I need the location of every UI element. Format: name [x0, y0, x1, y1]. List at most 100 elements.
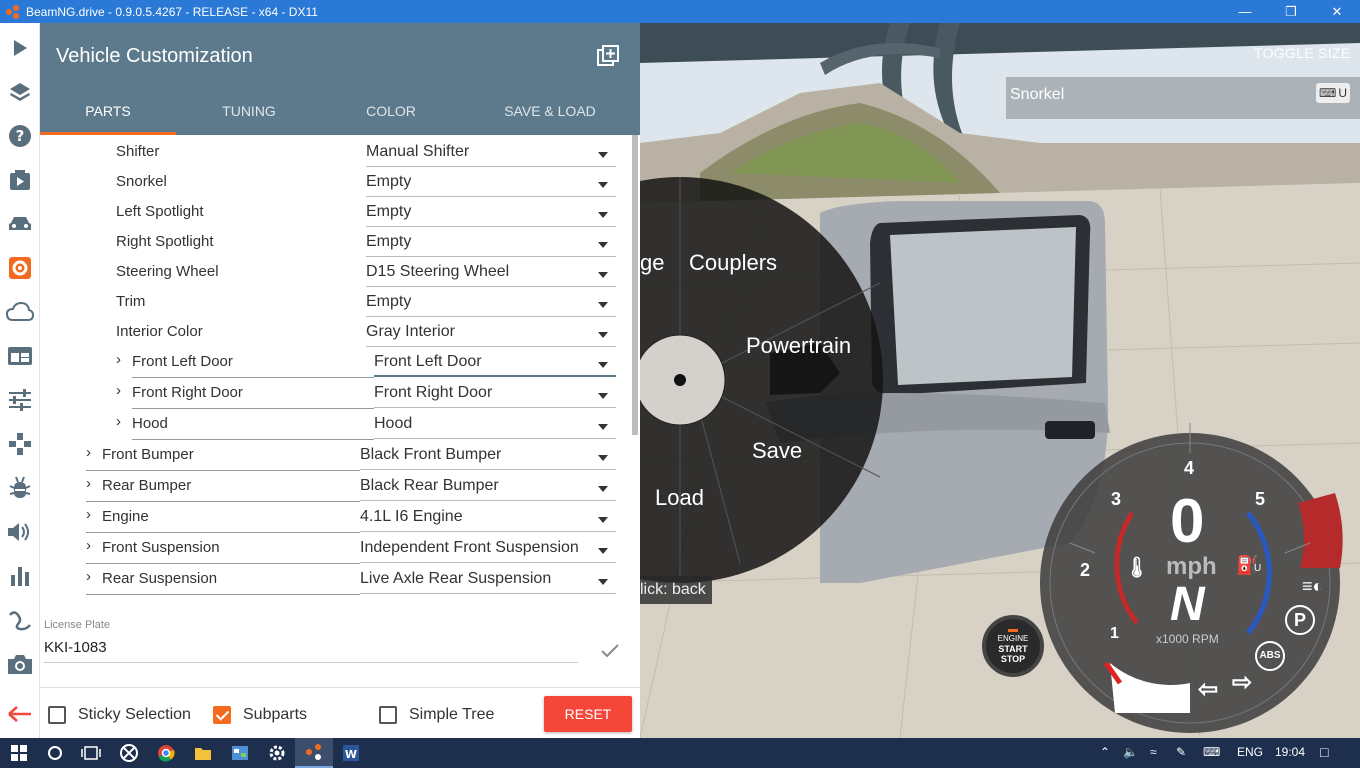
part-select-left-spotlight[interactable]: Empty: [366, 203, 616, 227]
license-plate-input[interactable]: KKI-1083: [44, 639, 578, 663]
game-viewport[interactable]: TOGGLE SIZE Snorkel ⌨ U ge Couplers Powe…: [640, 23, 1360, 738]
part-select-hood[interactable]: Hood: [374, 415, 616, 439]
part-value: Front Left Door: [374, 353, 482, 370]
chevron-right-icon[interactable]: ›: [116, 382, 121, 399]
part-select-rear-suspension[interactable]: Live Axle Rear Suspension: [360, 570, 616, 594]
part-select-snorkel[interactable]: Empty: [366, 173, 616, 197]
tab-tuning[interactable]: TUNING: [182, 103, 316, 135]
part-select-engine[interactable]: 4.1L I6 Engine: [360, 508, 616, 532]
chevron-down-icon: [598, 424, 608, 430]
chrome-icon[interactable]: [147, 738, 185, 768]
part-row-rear-suspension[interactable]: › Rear Suspension Live Axle Rear Suspens…: [40, 562, 640, 595]
sticky-selection-checkbox[interactable]: [48, 706, 66, 724]
chevron-right-icon[interactable]: ›: [86, 475, 91, 492]
part-select-steering-wheel[interactable]: D15 Steering Wheel: [366, 263, 616, 287]
radial-item-partial[interactable]: ge: [640, 250, 664, 276]
vehicle-icon[interactable]: [0, 202, 40, 246]
settings-icon[interactable]: [258, 738, 296, 768]
beamng-icon[interactable]: [295, 738, 333, 768]
chevron-right-icon[interactable]: ›: [86, 537, 91, 554]
subparts-option[interactable]: Subparts: [213, 704, 307, 726]
clock[interactable]: 19:04: [1275, 745, 1305, 759]
pen-icon[interactable]: ✎: [1176, 745, 1186, 759]
route-icon[interactable]: [0, 598, 40, 642]
speaker-icon[interactable]: 🔈: [1123, 745, 1138, 759]
check-icon[interactable]: [600, 643, 620, 659]
part-select-front-suspension[interactable]: Independent Front Suspension: [360, 539, 616, 563]
gamepad-icon[interactable]: [0, 422, 40, 466]
chevron-down-icon: [598, 152, 608, 158]
part-row-front-bumper[interactable]: › Front Bumper Black Front Bumper: [40, 438, 640, 471]
simple-tree-checkbox[interactable]: [379, 706, 397, 724]
part-select-front-left-door[interactable]: Front Left Door: [374, 353, 616, 377]
tab-color[interactable]: COLOR: [324, 103, 458, 135]
part-select-trim[interactable]: Empty: [366, 293, 616, 317]
gear-icon[interactable]: [0, 246, 40, 290]
radial-item-load[interactable]: Load: [655, 485, 704, 511]
minimize-icon[interactable]: —: [1222, 0, 1268, 23]
part-select-front-bumper[interactable]: Black Front Bumper: [360, 446, 616, 470]
chevron-down-icon: [598, 579, 608, 585]
radial-item-couplers[interactable]: Couplers: [689, 250, 777, 276]
chevron-right-icon[interactable]: ›: [86, 444, 91, 461]
radial-item-powertrain[interactable]: Powertrain: [746, 333, 851, 359]
camera-icon[interactable]: [0, 642, 40, 686]
notifications-icon[interactable]: □: [1320, 744, 1328, 760]
stats-icon[interactable]: [0, 554, 40, 598]
xbox-icon[interactable]: [110, 738, 148, 768]
chevron-right-icon[interactable]: ›: [116, 351, 121, 368]
part-value: Front Right Door: [374, 384, 493, 401]
part-row-front-left-door[interactable]: › Front Left Door Front Left Door: [40, 345, 640, 378]
restore-icon[interactable]: ❐: [1268, 0, 1314, 23]
search-icon[interactable]: [36, 738, 74, 768]
back-arrow-icon[interactable]: [0, 692, 40, 736]
part-select-right-spotlight[interactable]: Empty: [366, 233, 616, 257]
engine-start-stop-button[interactable]: ENGINE START STOP: [982, 615, 1044, 677]
close-icon[interactable]: ✕: [1314, 0, 1360, 23]
chevron-right-icon[interactable]: ›: [86, 506, 91, 523]
part-row-front-right-door[interactable]: › Front Right Door Front Right Door: [40, 376, 640, 409]
tab-save-load[interactable]: SAVE & LOAD: [480, 103, 620, 135]
parts-list-scrollbar[interactable]: [632, 135, 638, 435]
word-icon[interactable]: W: [332, 738, 370, 768]
part-row-hood[interactable]: › Hood Hood: [40, 407, 640, 440]
part-select-interior-color[interactable]: Gray Interior: [366, 323, 616, 347]
reset-button[interactable]: RESET: [544, 696, 632, 732]
volume-icon[interactable]: [0, 510, 40, 554]
part-row-front-suspension[interactable]: › Front Suspension Independent Front Sus…: [40, 531, 640, 564]
add-window-icon[interactable]: [597, 45, 619, 67]
cloud-icon[interactable]: [0, 290, 40, 334]
control-panel-icon[interactable]: [221, 738, 259, 768]
chevron-right-icon[interactable]: ›: [116, 413, 121, 430]
subparts-checkbox[interactable]: [213, 706, 231, 724]
sliders-icon[interactable]: [0, 378, 40, 422]
touch-keyboard-icon[interactable]: ⌨: [1203, 745, 1220, 759]
input-language[interactable]: ENG: [1237, 745, 1263, 759]
rpm-tick-2: 2: [1080, 560, 1091, 580]
sticky-selection-option[interactable]: Sticky Selection: [48, 704, 191, 726]
tray-chevron-up-icon[interactable]: ⌃: [1100, 745, 1110, 759]
parts-list[interactable]: Shifter Manual Shifter Snorkel Empty Lef…: [40, 135, 640, 611]
simple-tree-option[interactable]: Simple Tree: [379, 704, 494, 726]
start-icon[interactable]: [0, 738, 38, 768]
part-select-front-right-door[interactable]: Front Right Door: [374, 384, 616, 408]
part-select-rear-bumper[interactable]: Black Rear Bumper: [360, 477, 616, 501]
task-view-icon[interactable]: [72, 738, 110, 768]
bug-icon[interactable]: [0, 466, 40, 510]
ui-apps-icon[interactable]: [0, 334, 40, 378]
toggle-size-button[interactable]: TOGGLE SIZE: [1254, 45, 1350, 61]
part-row-rear-bumper[interactable]: › Rear Bumper Black Rear Bumper: [40, 469, 640, 502]
chevron-right-icon[interactable]: ›: [86, 568, 91, 585]
play-icon[interactable]: [0, 26, 40, 70]
tab-parts[interactable]: PARTS: [40, 103, 176, 135]
part-select-shifter[interactable]: Manual Shifter: [366, 143, 616, 167]
part-row-engine[interactable]: › Engine 4.1L I6 Engine: [40, 500, 640, 533]
help-icon[interactable]: ?: [0, 114, 40, 158]
layers-icon[interactable]: [0, 70, 40, 114]
wifi-icon[interactable]: ≈: [1150, 745, 1157, 759]
explorer-icon[interactable]: [184, 738, 222, 768]
radial-item-save[interactable]: Save: [752, 438, 802, 464]
scenario-icon[interactable]: [0, 158, 40, 202]
chevron-down-icon: [598, 548, 608, 554]
svg-text:?: ?: [16, 127, 25, 145]
